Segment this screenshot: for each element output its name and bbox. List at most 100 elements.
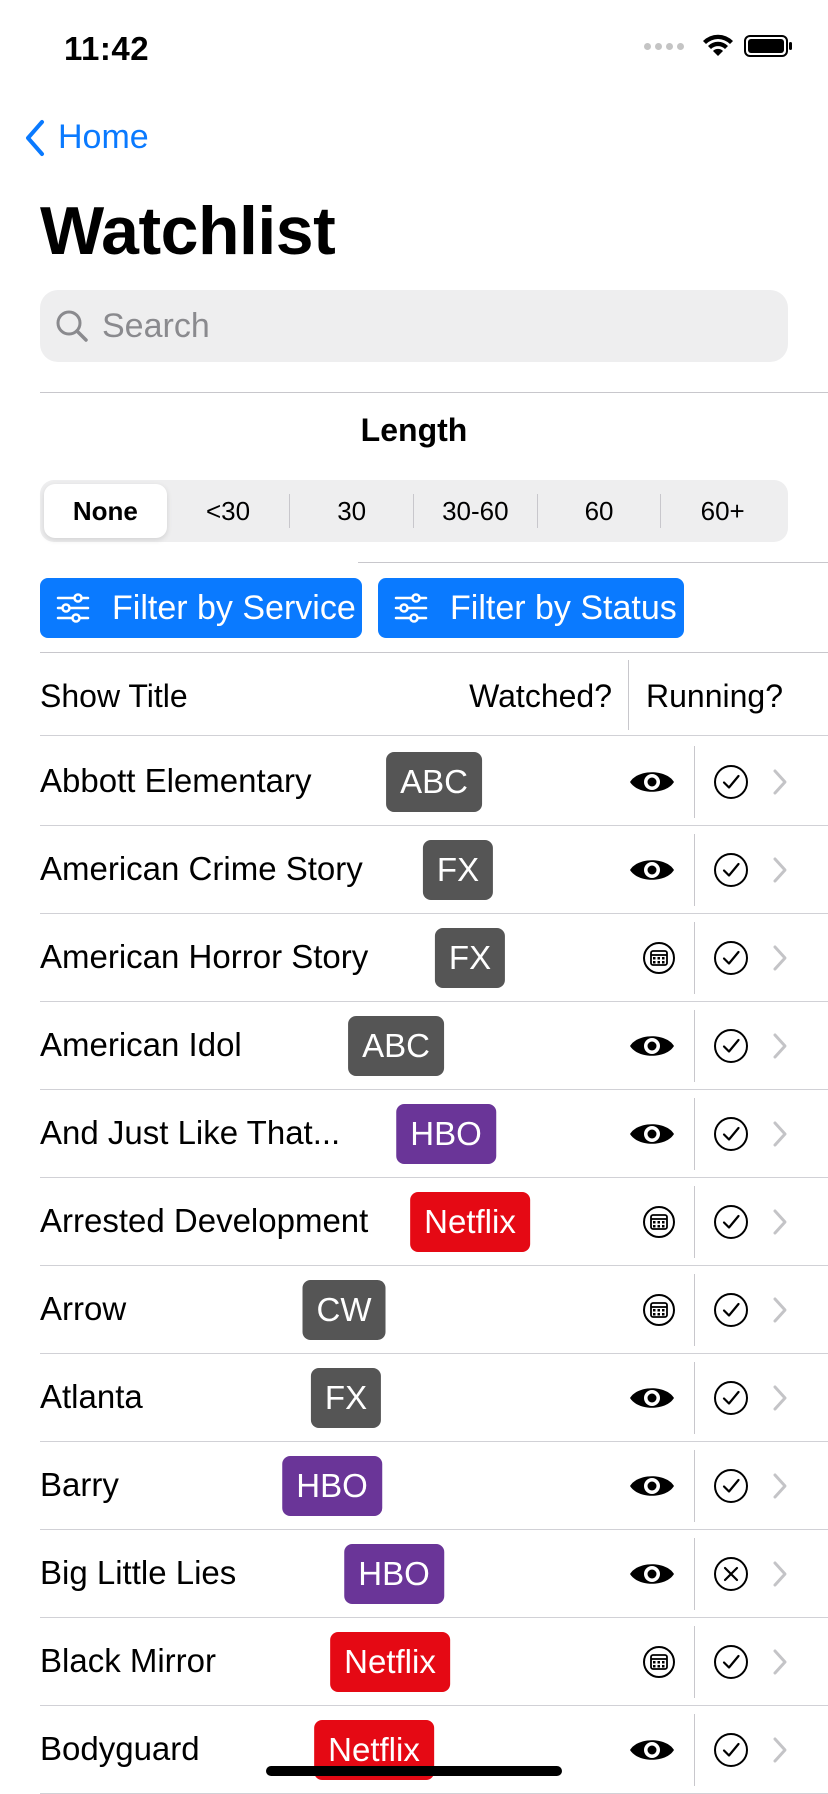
table-row[interactable]: American Idol ABC [40,1002,828,1090]
eye-icon [628,1735,676,1770]
table-row[interactable]: Bodyguard Netflix [40,1706,828,1794]
show-title: Atlanta [40,1378,143,1415]
service-badge: HBO [282,1456,382,1516]
eye-icon [628,1471,676,1506]
checkmark-circle-icon [713,1028,749,1069]
column-divider [694,1714,695,1786]
chevron-right-icon [772,1384,788,1417]
segment-under-30[interactable]: <30 [167,484,290,538]
header-running: Running? [646,678,783,714]
table-row[interactable]: American Crime Story FX [40,826,828,914]
checkmark-circle-icon [713,940,749,981]
checkmark-circle-icon [713,764,749,805]
service-badge: HBO [396,1104,496,1164]
page-title: Watchlist [40,193,336,269]
column-divider [694,746,695,818]
table-row[interactable]: And Just Like That... HBO [40,1090,828,1178]
checkmark-circle-icon [713,1732,749,1773]
service-badge: CW [302,1280,386,1340]
checkmark-circle-icon [713,1204,749,1245]
column-divider [694,1186,695,1258]
eye-icon [628,855,676,890]
column-divider [694,1362,695,1434]
column-divider [628,660,629,730]
checkmark-circle-icon [713,1644,749,1685]
chevron-right-icon [772,1032,788,1065]
column-divider [694,1098,695,1170]
table-header: Show Title Watched? Running? [40,652,828,736]
table-row[interactable]: Black Mirror Netflix [40,1618,828,1706]
table-row[interactable]: Arrow CW [40,1266,828,1354]
table-row[interactable]: Arrested Development Netflix [40,1178,828,1266]
service-badge: FX [434,928,506,988]
segment-30[interactable]: 30 [290,484,413,538]
service-badge: FX [310,1368,382,1428]
battery-icon [744,35,792,57]
chevron-right-icon [772,1472,788,1505]
column-divider [694,922,695,994]
divider [40,392,828,393]
chevron-right-icon [772,856,788,889]
search-input[interactable] [100,305,704,347]
eye-icon [628,1119,676,1154]
eye-icon [628,1559,676,1594]
show-title: American Horror Story [40,938,369,975]
chevron-right-icon [772,944,788,977]
show-title: Abbott Elementary [40,762,312,799]
column-divider [694,1010,695,1082]
row-separator [40,735,828,736]
show-title: American Idol [40,1026,242,1063]
show-title: Barry [40,1466,119,1503]
show-title: And Just Like That... [40,1114,341,1151]
calendar-icon [642,941,676,980]
chevron-right-icon [772,1208,788,1241]
eye-icon [628,767,676,802]
table-row[interactable]: Barry HBO [40,1442,828,1530]
segment-over-60[interactable]: 60+ [661,484,784,538]
checkmark-circle-icon [713,1116,749,1157]
show-title: American Crime Story [40,850,363,887]
table-row[interactable]: American Horror Story FX [40,914,828,1002]
back-label: Home [58,118,149,156]
filter-service-label: Filter by Service [112,588,356,627]
column-divider [694,1538,695,1610]
service-badge: FX [422,840,494,900]
signal-icon [644,42,684,50]
filter-by-status-button[interactable]: Filter by Status [378,578,684,638]
search-bar[interactable] [40,290,788,362]
segment-60[interactable]: 60 [538,484,661,538]
length-segmented-control[interactable]: None <30 30 30-60 60 60+ [40,480,788,542]
sliders-icon [56,593,90,623]
service-badge: Netflix [330,1632,450,1692]
chevron-right-icon [772,1120,788,1153]
x-circle-icon [713,1556,749,1597]
status-time: 11:42 [64,30,150,67]
checkmark-circle-icon [713,852,749,893]
checkmark-circle-icon [713,1292,749,1333]
segment-none[interactable]: None [44,484,167,538]
back-button[interactable]: Home [24,118,149,157]
show-title: Arrested Development [40,1202,369,1239]
divider [358,562,828,563]
checkmark-circle-icon [713,1468,749,1509]
column-divider [694,1274,695,1346]
service-badge: ABC [348,1016,444,1076]
chevron-right-icon [772,1296,788,1329]
table-row[interactable]: Big Little Lies HBO [40,1530,828,1618]
header-show-title: Show Title [40,678,188,714]
wifi-icon [703,34,733,56]
column-divider [694,1450,695,1522]
header-watched: Watched? [469,678,612,714]
segment-30-60[interactable]: 30-60 [414,484,537,538]
calendar-icon [642,1293,676,1332]
length-label: Length [360,412,468,448]
calendar-icon [642,1205,676,1244]
status-icons [644,34,794,58]
show-title: Bodyguard [40,1730,200,1767]
filter-by-service-button[interactable]: Filter by Service [40,578,362,638]
table-row[interactable]: Abbott Elementary ABC [40,738,828,826]
checkmark-circle-icon [713,1380,749,1421]
table-row[interactable]: Atlanta FX [40,1354,828,1442]
home-indicator [266,1766,562,1776]
column-divider [694,1626,695,1698]
